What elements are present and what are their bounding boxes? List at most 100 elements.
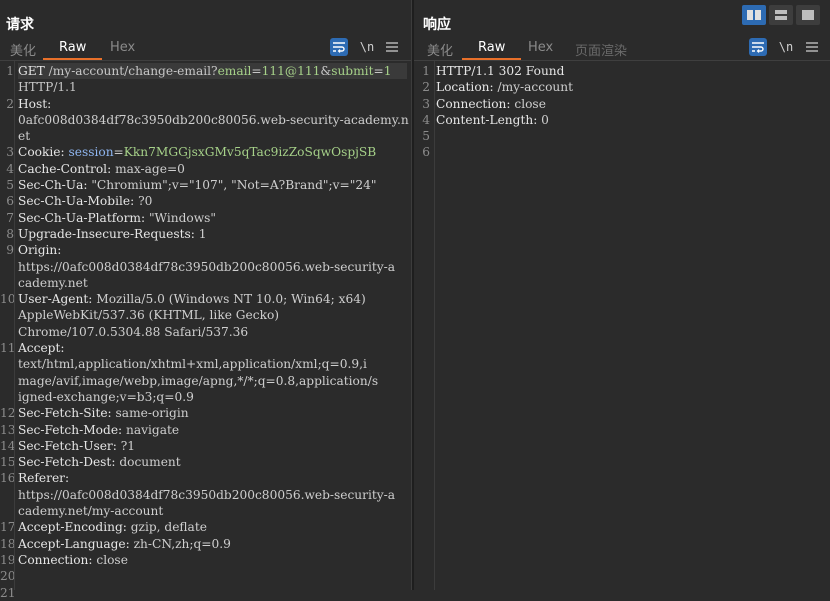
code-token: max-age=0 (115, 161, 185, 176)
request-tab-pretty[interactable]: 美化 (6, 40, 40, 59)
response-editor[interactable]: 123456 HTTP/1.1 302 Found Location: /my-a… (414, 61, 830, 590)
request-wrap-toggle-button[interactable] (330, 38, 348, 56)
code-token: Connection: (436, 96, 515, 111)
line-number: 15 (0, 455, 16, 470)
code-token: HTTP/1.1 302 Found (436, 64, 565, 78)
code-line: igned-exchange;v=b3;q=0.9 (18, 389, 407, 405)
line-number: 2 (422, 80, 430, 95)
code-line: Sec-Fetch-User: ?1 (18, 438, 407, 454)
request-title: 请求 (6, 17, 34, 33)
response-gutter-divider (434, 61, 435, 590)
response-tab-raw[interactable]: Raw (461, 40, 522, 60)
code-token: same-origin (115, 406, 189, 421)
code-token: Cache-Control: (18, 161, 116, 176)
line-number: 2 (6, 96, 14, 111)
line-number: 4 (6, 161, 14, 176)
line-number (0, 259, 14, 275)
code-token: document (119, 455, 181, 470)
code-line: Origin: (18, 242, 407, 258)
line-number (0, 487, 14, 503)
code-token: Chrome/107.0.5304.88 Safari/537.36 (18, 324, 249, 339)
code-token: Sec-Ch-Ua-Platform: (18, 210, 149, 225)
layout-split-horizontal-button[interactable] (742, 5, 766, 25)
code-token: Accept-Encoding: (18, 520, 131, 535)
line-number: 1 (422, 64, 430, 78)
code-line: Sec-Ch-Ua-Platform: "Windows" (18, 210, 407, 226)
line-number: 21 (0, 585, 16, 600)
line-number: 13 (0, 422, 16, 437)
code-line: Upgrade-Insecure-Requests: 1 (18, 226, 407, 242)
code-token: = (113, 145, 124, 160)
request-tab-raw[interactable]: Raw (42, 40, 103, 60)
response-tab-pretty[interactable]: 美化 (423, 40, 457, 59)
code-line: Accept-Language: zh-CN,zh;q=0.9 (18, 536, 407, 552)
request-tab-hex[interactable]: Hex (106, 40, 139, 55)
code-token: 1 (383, 64, 392, 78)
code-token: Connection: (18, 552, 97, 567)
response-newline-toggle-button[interactable]: \n (776, 38, 796, 56)
code-line: Sec-Ch-Ua-Mobile: ?0 (18, 193, 407, 209)
code-token: HTTP/1.1 (18, 80, 77, 95)
code-token: mage/avif,image/webp,image/apng,*/*;q=0.… (18, 373, 379, 388)
code-token: email (217, 64, 252, 78)
code-token: 1 (198, 226, 207, 241)
request-raw-text[interactable]: GET /my-account/change-email?email=111@1… (18, 63, 409, 601)
code-token: GET (18, 64, 49, 78)
line-number (0, 373, 14, 389)
code-line: Referer: (18, 470, 407, 486)
code-token: Sec-Ch-Ua-Mobile: (18, 194, 139, 209)
code-line: https://0afc008d0384df78c3950db200c80056… (18, 487, 407, 503)
request-menu-button[interactable] (384, 38, 400, 56)
code-line: AppleWebKit/537.36 (KHTML, like Gecko) (18, 307, 407, 323)
code-line: Host: (18, 96, 407, 112)
code-token: = (251, 64, 262, 78)
tabs-layout-icon (802, 10, 814, 20)
wrap-lines-icon (752, 42, 764, 53)
layout-split-vertical-button[interactable] (769, 5, 793, 25)
line-number (0, 324, 14, 340)
code-line: Cache-Control: max-age=0 (18, 161, 407, 177)
code-line: Sec-Fetch-Site: same-origin (18, 405, 407, 421)
code-line: Content-Length: 0 (436, 112, 826, 128)
response-tab-hex[interactable]: Hex (524, 40, 557, 55)
line-number: 12 (0, 406, 16, 421)
code-line: et (18, 128, 407, 144)
code-line: Connection: close (18, 552, 407, 568)
response-tab-bar: 美化 Raw Hex 页面渲染 (414, 38, 830, 61)
layout-tabs-button[interactable] (796, 5, 820, 25)
line-number: 1 (6, 64, 14, 78)
code-line: HTTP/1.1 302 Found (436, 63, 826, 79)
line-number: 3 (6, 145, 14, 160)
line-number (0, 389, 14, 405)
line-number: 6 (422, 145, 430, 160)
response-raw-text[interactable]: HTTP/1.1 302 Found Location: /my-account C… (436, 63, 826, 161)
hamburger-menu-icon (806, 42, 818, 52)
request-editor[interactable]: 1 2 3456789 10 11 12 13 14 15 16 17 18 19 20 21 … (0, 61, 411, 600)
response-menu-button[interactable] (804, 38, 820, 56)
line-number (0, 307, 14, 323)
code-line: cademy.net/my-account (18, 503, 407, 519)
code-token: /my-account/change-email? (48, 64, 218, 78)
code-token: Sec-Ch-Ua: (18, 178, 92, 193)
line-number: 4 (422, 112, 430, 127)
code-token: "Windows" (148, 210, 217, 225)
code-token: Location: (436, 80, 498, 95)
code-line: https://0afc008d0384df78c3950db200c80056… (18, 259, 407, 275)
response-tab-render[interactable]: 页面渲染 (571, 40, 631, 59)
request-newline-toggle-button[interactable]: \n (357, 38, 377, 56)
code-line: Connection: close (436, 96, 826, 112)
line-number: 18 (0, 536, 16, 551)
code-token: & (320, 64, 332, 78)
response-title: 响应 (423, 17, 451, 33)
line-number: 8 (6, 226, 14, 241)
code-token: 0afc008d0384df78c3950db200c80056.web-sec… (18, 112, 409, 127)
code-token: close (514, 96, 546, 111)
line-number: 7 (6, 210, 14, 225)
code-token: gzip, deflate (130, 520, 207, 535)
code-token: Sec-Fetch-User: (18, 438, 121, 453)
code-token: Host: (18, 96, 52, 111)
response-wrap-toggle-button[interactable] (749, 38, 767, 56)
